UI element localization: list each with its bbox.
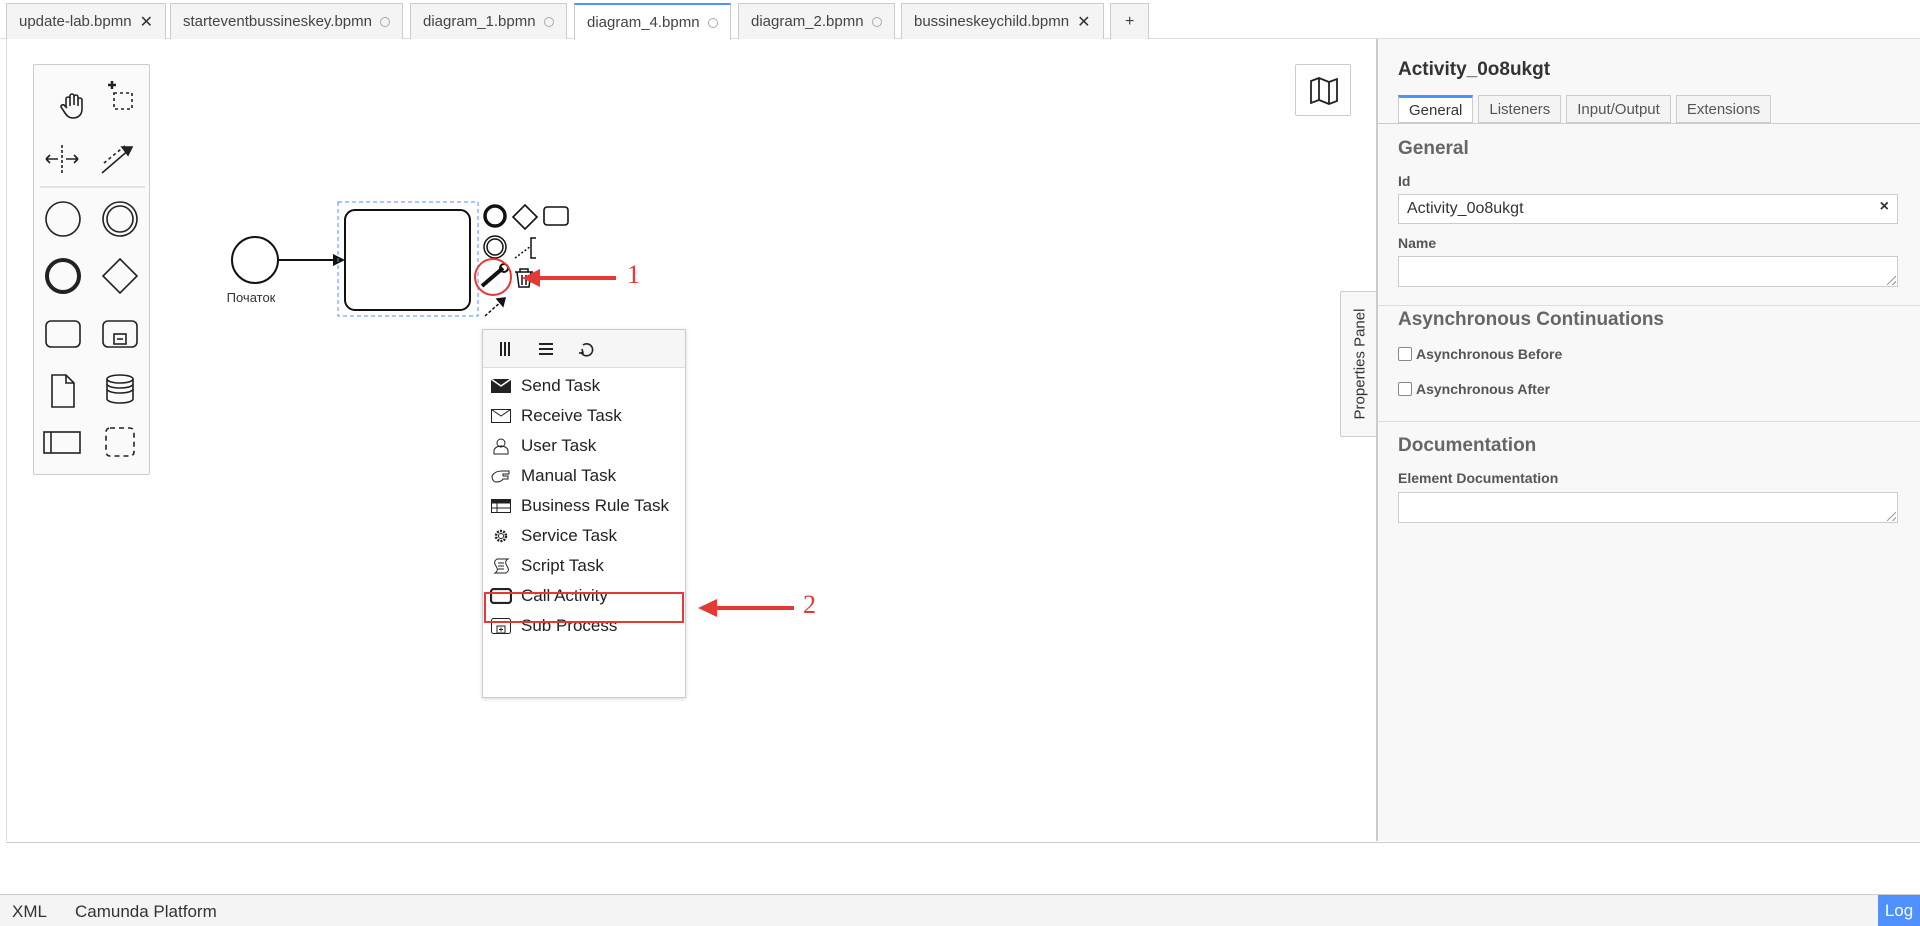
properties-panel-toggle-label: Properties Panel	[1351, 308, 1368, 420]
element-documentation-label: Element Documentation	[1398, 470, 1559, 486]
popup-entry-label: Script Task	[521, 556, 604, 575]
popup-entry-service-task[interactable]: Service Task	[483, 521, 687, 551]
tab-extensions[interactable]: Extensions	[1675, 95, 1772, 123]
start-event-shape[interactable]	[231, 236, 279, 284]
properties-tabs: General Listeners Input/Output Extension…	[1398, 95, 1776, 125]
minimap-toggle-button[interactable]	[1295, 64, 1351, 116]
popup-entry-script-task[interactable]: Script Task	[483, 551, 687, 581]
sequential-multi-instance-icon[interactable]	[533, 337, 559, 361]
properties-panel-toggle[interactable]: Properties Panel	[1340, 291, 1378, 437]
log-button[interactable]: Log	[1878, 895, 1920, 926]
async-before-label: Asynchronous Before	[1416, 346, 1563, 362]
resize-grip-icon[interactable]	[1887, 276, 1896, 285]
name-field[interactable]	[1398, 256, 1898, 287]
popup-entry-send-task[interactable]: Send Task	[483, 371, 687, 401]
annotation-marker-2: 2	[803, 590, 816, 619]
script-task-icon	[490, 557, 512, 575]
popup-entry-label: Manual Task	[521, 466, 617, 485]
tab-input-output[interactable]: Input/Output	[1566, 95, 1671, 123]
element-documentation-field[interactable]	[1398, 492, 1898, 523]
replace-popup-menu: Send Task Receive Task User Task Manual …	[482, 329, 686, 698]
async-after-checkbox[interactable]	[1398, 382, 1412, 396]
element-title: Activity_0o8ukgt	[1398, 59, 1551, 80]
id-label: Id	[1398, 173, 1411, 189]
popup-entry-label: Receive Task	[521, 406, 622, 425]
platform-label: Camunda Platform	[75, 902, 217, 921]
user-task-icon	[490, 437, 512, 455]
section-divider	[1378, 305, 1920, 306]
popup-entry-label: Send Task	[521, 376, 601, 395]
map-icon	[1310, 77, 1338, 105]
popup-entry-label: User Task	[521, 436, 597, 455]
wrench-icon[interactable]	[480, 263, 509, 288]
popup-entry-label: Business Rule Task	[521, 496, 670, 515]
task-shape[interactable]	[344, 209, 471, 311]
text-annotation-icon[interactable]	[514, 237, 536, 259]
sequence-flow[interactable]	[278, 254, 345, 266]
tab-general[interactable]: General	[1398, 95, 1474, 123]
manual-task-icon	[490, 467, 512, 485]
popup-header	[483, 330, 685, 368]
tabs-divider	[1378, 123, 1920, 124]
resize-grip-icon[interactable]	[1887, 512, 1896, 521]
id-field-value: Activity_0o8ukgt	[1407, 200, 1524, 217]
async-after-label: Asynchronous After	[1416, 381, 1551, 397]
business-rule-task-icon	[490, 497, 512, 515]
async-before-checkbox[interactable]	[1398, 347, 1412, 361]
append-gateway-icon[interactable]	[511, 203, 539, 231]
receive-task-icon	[490, 407, 512, 425]
async-after-row[interactable]: Asynchronous After	[1398, 381, 1550, 397]
section-async-title: Asynchronous Continuations	[1398, 309, 1664, 330]
append-end-event-icon[interactable]	[483, 204, 507, 228]
popup-entry-receive-task[interactable]: Receive Task	[483, 401, 687, 431]
xml-tab[interactable]: XML	[12, 902, 47, 922]
popup-entry-business-rule-task[interactable]: Business Rule Task	[483, 491, 687, 521]
section-documentation-title: Documentation	[1398, 435, 1537, 456]
section-divider	[1378, 421, 1920, 422]
popup-entry-manual-task[interactable]: Manual Task	[483, 461, 687, 491]
clear-icon[interactable]: ×	[1880, 198, 1889, 216]
start-event-label: Початок	[226, 290, 276, 305]
popup-entry-user-task[interactable]: User Task	[483, 431, 687, 461]
loop-icon[interactable]	[573, 337, 599, 361]
tab-listeners[interactable]: Listeners	[1478, 95, 1562, 123]
id-field[interactable]: Activity_0o8ukgt ×	[1398, 194, 1898, 224]
connect-icon[interactable]	[484, 297, 506, 317]
annotation-marker-1: 1	[627, 260, 640, 289]
popup-entry-label: Service Task	[521, 526, 618, 545]
script-task-highlight	[484, 592, 684, 623]
annotation-arrow-2	[698, 599, 794, 617]
parallel-multi-instance-icon[interactable]	[492, 337, 518, 361]
async-before-row[interactable]: Asynchronous Before	[1398, 346, 1562, 362]
status-bar: XML Camunda Platform Log	[0, 894, 1920, 926]
name-label: Name	[1398, 235, 1437, 251]
service-task-icon	[490, 527, 512, 545]
append-task-icon[interactable]	[543, 206, 569, 226]
section-general-title: General	[1398, 138, 1469, 159]
properties-panel: Activity_0o8ukgt General Listeners Input…	[1376, 39, 1920, 841]
annotation-arrow-1	[522, 269, 616, 287]
append-intermediate-event-icon[interactable]	[483, 235, 507, 259]
log-area	[6, 842, 1920, 894]
send-task-icon	[490, 377, 512, 395]
